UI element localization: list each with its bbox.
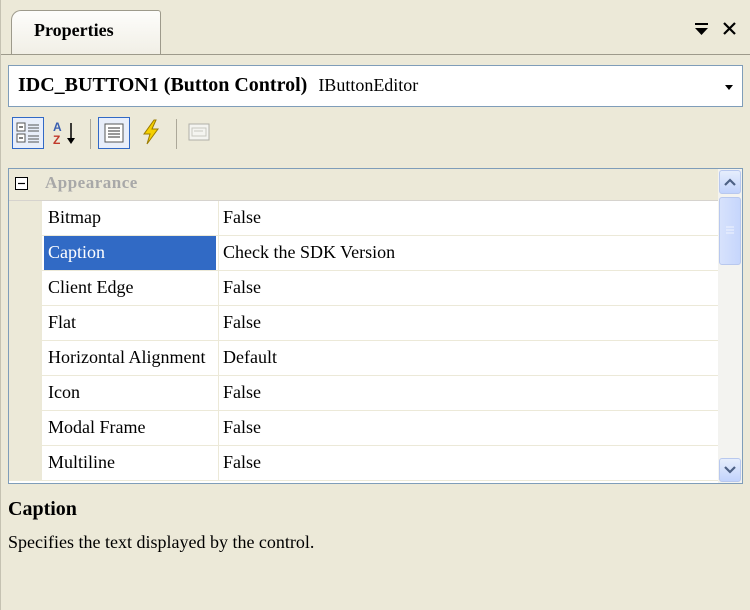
property-row-horizontal-alignment[interactable]: Horizontal Alignment Default <box>9 341 718 376</box>
property-pages-icon <box>188 123 210 141</box>
property-row-client-edge[interactable]: Client Edge False <box>9 271 718 306</box>
property-rows: Bitmap False Caption Check the SDK Version C… <box>9 201 718 481</box>
properties-panel: Properties IDC_BUTTON1 (Button Control) … <box>0 0 750 610</box>
property-grid: Appearance Bitmap False Caption Check the S… <box>8 168 743 484</box>
property-name: Modal Frame <box>48 417 146 437</box>
category-label: Appearance <box>45 173 138 192</box>
property-value[interactable]: Check the SDK Version <box>223 236 713 270</box>
property-name: Client Edge <box>48 277 134 297</box>
property-name: Multiline <box>48 452 115 472</box>
property-name: Icon <box>48 382 80 402</box>
property-row-caption[interactable]: Caption Check the SDK Version <box>9 236 718 271</box>
alphabetical-button[interactable]: A Z <box>50 117 82 149</box>
property-value[interactable]: False <box>223 271 713 305</box>
property-row-multiline[interactable]: Multiline False <box>9 446 718 481</box>
row-margin <box>9 201 42 235</box>
property-value[interactable]: False <box>223 411 713 445</box>
property-row-modal-frame[interactable]: Modal Frame False <box>9 411 718 446</box>
scroll-up-button[interactable] <box>719 170 741 194</box>
column-divider <box>218 341 219 375</box>
vertical-scrollbar[interactable] <box>718 169 742 483</box>
alphabetical-icon: A Z <box>53 120 75 147</box>
row-margin <box>9 411 42 445</box>
scroll-down-button[interactable] <box>719 458 741 482</box>
description-title: Caption <box>8 498 77 520</box>
close-icon <box>723 22 736 35</box>
column-divider <box>218 411 219 445</box>
description-text: Specifies the text displayed by the cont… <box>8 532 315 552</box>
panel-title-bar: Properties <box>1 0 750 55</box>
chevron-down-icon <box>725 85 733 90</box>
row-margin <box>9 271 42 305</box>
row-margin <box>9 236 42 270</box>
property-row-bitmap[interactable]: Bitmap False <box>9 201 718 236</box>
tab-label: Properties <box>34 20 114 40</box>
property-name: Bitmap <box>48 207 101 227</box>
object-editor: IButtonEditor <box>318 75 419 95</box>
properties-button[interactable] <box>98 117 130 149</box>
column-divider <box>218 236 219 270</box>
row-margin <box>9 341 42 375</box>
description-pane: Caption Specifies the text displayed by … <box>8 494 743 610</box>
property-value[interactable]: False <box>223 446 713 480</box>
property-value[interactable]: Default <box>223 341 713 375</box>
pin-dropdown-button[interactable] <box>691 17 713 39</box>
column-divider <box>218 376 219 410</box>
property-row-icon[interactable]: Icon False <box>9 376 718 411</box>
object-type: (Button Control) <box>163 74 308 96</box>
property-value[interactable]: False <box>223 201 713 235</box>
categorized-icon <box>16 122 39 143</box>
property-value[interactable]: False <box>223 306 713 340</box>
toolbar-separator <box>176 119 177 149</box>
scrollbar-thumb[interactable] <box>719 197 741 265</box>
events-button[interactable] <box>136 117 168 149</box>
column-divider <box>218 201 219 235</box>
properties-icon <box>104 123 124 143</box>
object-name: IDC_BUTTON1 <box>18 74 159 96</box>
tab-divider <box>1 54 750 55</box>
property-name: Caption <box>44 236 216 270</box>
categorized-button[interactable] <box>12 117 44 149</box>
chevron-up-icon <box>724 178 736 186</box>
column-divider <box>218 446 219 480</box>
category-row-appearance[interactable]: Appearance <box>9 169 718 201</box>
pin-dropdown-icon <box>695 23 708 35</box>
property-name: Horizontal Alignment <box>48 347 206 367</box>
chevron-down-icon <box>724 466 736 474</box>
row-margin <box>9 306 42 340</box>
property-pages-button[interactable] <box>184 117 216 149</box>
svg-text:Z: Z <box>53 133 60 147</box>
collapse-icon[interactable] <box>15 177 28 190</box>
object-selector-dropdown[interactable]: IDC_BUTTON1 (Button Control) IButtonEdit… <box>8 65 743 107</box>
tab-properties[interactable]: Properties <box>11 10 161 54</box>
row-margin <box>9 446 42 480</box>
toolbar-separator <box>90 119 91 149</box>
object-selector-value: IDC_BUTTON1 (Button Control) IButtonEdit… <box>18 74 418 97</box>
property-value[interactable]: False <box>223 376 713 410</box>
close-button[interactable] <box>719 17 741 39</box>
properties-toolbar: A Z <box>8 115 743 155</box>
events-icon <box>143 119 159 145</box>
property-name: Flat <box>48 312 77 332</box>
grip-icon <box>726 226 734 234</box>
property-row-flat[interactable]: Flat False <box>9 306 718 341</box>
column-divider <box>218 306 219 340</box>
column-divider <box>218 271 219 305</box>
svg-text:A: A <box>53 120 62 134</box>
row-margin <box>9 376 42 410</box>
